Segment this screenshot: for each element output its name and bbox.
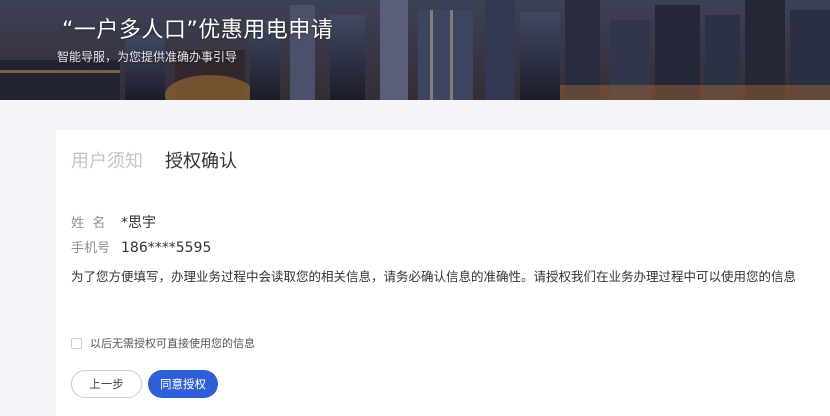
phone-label: 手机号 (71, 241, 111, 256)
name-value: *思宇 (121, 215, 156, 231)
authorization-card: 用户须知 授权确认 姓 名 *思宇 手机号 186****5595 为了您方便填… (56, 130, 830, 416)
tab-user-notice[interactable]: 用户须知 (71, 147, 143, 173)
remember-authorization-row[interactable]: 以后无需授权可直接使用您的信息 (71, 335, 255, 351)
name-field: 姓 名 *思宇 (71, 212, 156, 232)
tab-authorization-confirm[interactable]: 授权确认 (165, 147, 237, 173)
authorization-notice: 为了您方便填写，办理业务过程中会读取您的相关信息，请务必确认信息的准确性。请授权… (71, 269, 797, 284)
step-tabs: 用户须知 授权确认 (71, 147, 259, 173)
phone-value: 186****5595 (121, 240, 212, 256)
remember-authorization-checkbox[interactable] (71, 337, 82, 349)
name-label: 姓 名 (71, 216, 106, 231)
previous-step-button[interactable]: 上一步 (71, 370, 142, 398)
phone-field: 手机号 186****5595 (71, 237, 211, 256)
page-title: “一户多人口”优惠用电申请 (62, 18, 334, 43)
page-subtitle: 智能导服，为您提供准确办事引导 (57, 50, 238, 64)
remember-authorization-label[interactable]: 以后无需授权可直接使用您的信息 (90, 335, 255, 351)
agree-authorization-button[interactable]: 同意授权 (148, 370, 218, 398)
header-banner: “一户多人口”优惠用电申请 智能导服，为您提供准确办事引导 (0, 0, 830, 100)
